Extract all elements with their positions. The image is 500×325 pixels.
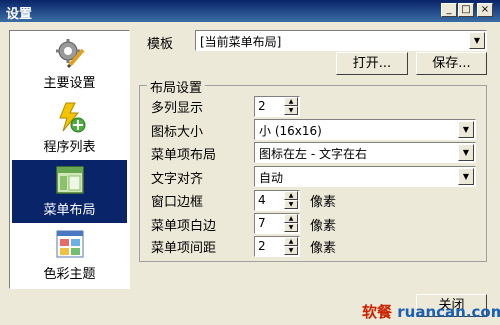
layout-icon bbox=[56, 166, 84, 194]
nav-item-main-settings[interactable]: 主要设置 bbox=[12, 33, 127, 96]
window-title: 设置 bbox=[6, 7, 33, 22]
nav-item-color-theme[interactable]: 色彩主题 bbox=[12, 224, 127, 287]
spin-up-icon[interactable]: ▲ bbox=[284, 97, 298, 106]
spin-down-icon[interactable]: ▼ bbox=[284, 223, 298, 232]
window-border-label: 窗口边框 bbox=[151, 195, 204, 210]
menu-item-layout-label: 菜单项布局 bbox=[151, 148, 217, 163]
item-padding-stepper[interactable]: 7 ▲ ▼ bbox=[254, 213, 300, 234]
spin-up-icon[interactable]: ▲ bbox=[284, 191, 298, 200]
window-border-unit: 像素 bbox=[310, 195, 337, 210]
watermark-logo: 软餐 ruancan.com bbox=[362, 303, 500, 321]
save-button[interactable]: 保存... bbox=[416, 52, 487, 75]
minimize-button[interactable]: _ bbox=[441, 3, 457, 17]
spin-down-icon[interactable]: ▼ bbox=[284, 200, 298, 209]
nav-label: 程序列表 bbox=[43, 140, 96, 155]
group-title: 布局设置 bbox=[147, 77, 206, 96]
title-bar[interactable]: 设置 _ □ × bbox=[0, 0, 500, 22]
nav-label: 色彩主题 bbox=[43, 267, 96, 282]
window-border-value: 4 bbox=[258, 193, 266, 207]
template-label: 模板 bbox=[147, 37, 174, 52]
item-spacing-label: 菜单项间距 bbox=[151, 241, 217, 256]
spin-down-icon[interactable]: ▼ bbox=[284, 246, 298, 255]
chevron-down-icon[interactable]: ▼ bbox=[469, 32, 485, 49]
text-align-select[interactable]: 自动 ▼ bbox=[254, 166, 476, 187]
item-spacing-unit: 像素 bbox=[310, 241, 337, 256]
item-padding-label: 菜单项白边 bbox=[151, 219, 217, 234]
item-spacing-value: 2 bbox=[258, 239, 266, 253]
multi-column-value: 2 bbox=[258, 99, 266, 113]
text-align-value: 自动 bbox=[259, 171, 284, 185]
close-button[interactable]: × bbox=[477, 3, 493, 17]
maximize-button[interactable]: □ bbox=[458, 3, 474, 17]
window-border-stepper[interactable]: 4 ▲ ▼ bbox=[254, 190, 300, 211]
spin-down-icon[interactable]: ▼ bbox=[284, 106, 298, 115]
nav-label: 菜单布局 bbox=[43, 203, 96, 218]
chevron-down-icon[interactable]: ▼ bbox=[458, 144, 474, 161]
spin-up-icon[interactable]: ▲ bbox=[284, 214, 298, 223]
spin-up-icon[interactable]: ▲ bbox=[284, 237, 298, 246]
color-grid-icon bbox=[56, 230, 84, 258]
item-padding-unit: 像素 bbox=[310, 219, 337, 234]
icon-size-select[interactable]: 小 (16x16) ▼ bbox=[254, 119, 476, 140]
nav-item-menu-layout[interactable]: 菜单布局 bbox=[12, 160, 127, 223]
nav-item-program-list[interactable]: 程序列表 bbox=[12, 97, 127, 160]
lightning-plus-icon bbox=[59, 102, 86, 133]
gear-pencil-icon bbox=[56, 39, 85, 69]
icon-size-value: 小 (16x16) bbox=[259, 124, 322, 138]
category-list: 主要设置 程序列表 菜单布局 色彩主题 bbox=[9, 30, 130, 289]
template-select[interactable]: [当前菜单布局] ▼ bbox=[195, 30, 487, 51]
item-spacing-stepper[interactable]: 2 ▲ ▼ bbox=[254, 236, 300, 257]
chevron-down-icon[interactable]: ▼ bbox=[458, 168, 474, 185]
chevron-down-icon[interactable]: ▼ bbox=[458, 121, 474, 138]
multi-column-label: 多列显示 bbox=[151, 101, 204, 116]
template-value: [当前菜单布局] bbox=[200, 35, 282, 49]
multi-column-stepper[interactable]: 2 ▲ ▼ bbox=[254, 96, 300, 117]
item-padding-value: 7 bbox=[258, 216, 266, 230]
nav-label: 主要设置 bbox=[43, 76, 96, 91]
text-align-label: 文字对齐 bbox=[151, 172, 204, 187]
open-button[interactable]: 打开... bbox=[336, 52, 408, 75]
menu-item-layout-value: 图标在左 - 文字在右 bbox=[259, 147, 367, 161]
settings-window: 设置 _ □ × 主要设置 程序列表 菜单布局 色彩主题 模板 [当前菜单布局]… bbox=[0, 0, 500, 325]
icon-size-label: 图标大小 bbox=[151, 125, 204, 140]
menu-item-layout-select[interactable]: 图标在左 - 文字在右 ▼ bbox=[254, 142, 476, 163]
